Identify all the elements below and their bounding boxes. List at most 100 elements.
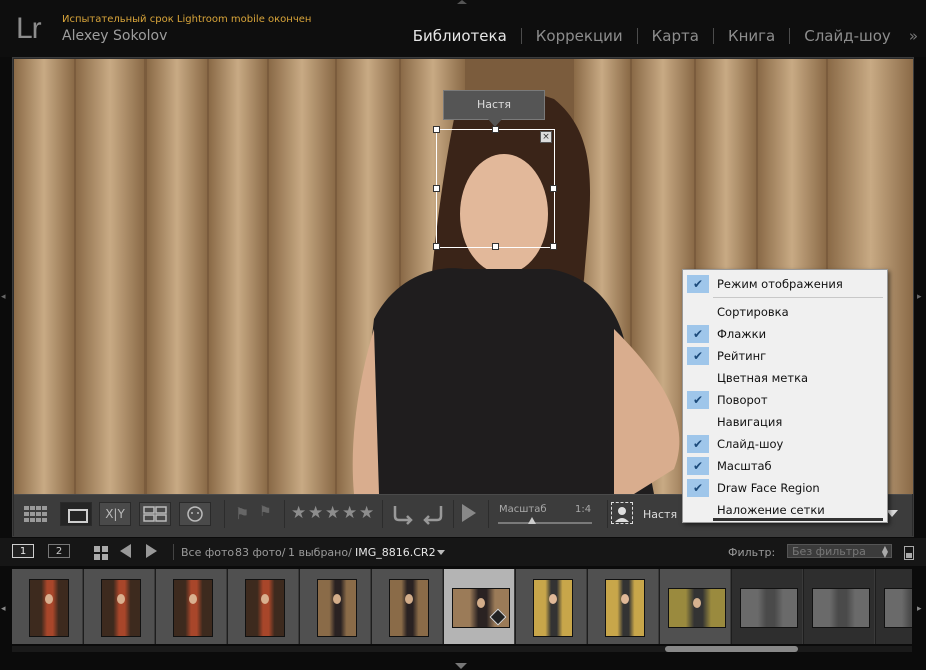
- thumbnail-image: [100, 578, 141, 637]
- menu-item-rotate[interactable]: ✔ Поворот: [683, 389, 887, 411]
- thumbnail-image: [667, 587, 726, 628]
- checkmark-icon: ✔: [687, 325, 709, 343]
- reject-flag-icon[interactable]: ⚑: [259, 504, 272, 520]
- people-view-icon[interactable]: [179, 502, 211, 526]
- face-region-handle[interactable]: [433, 243, 440, 250]
- menu-item-sorting[interactable]: Сортировка: [683, 301, 887, 323]
- face-region-handle[interactable]: [550, 185, 557, 192]
- thumbnail-subject: [260, 593, 269, 604]
- filmstrip-thumbnail[interactable]: [588, 569, 659, 644]
- module-develop[interactable]: Коррекции: [522, 27, 637, 45]
- thumbnail-subject: [620, 593, 629, 604]
- top-panel: Lr Испытательный срок Lightroom mobile о…: [0, 0, 926, 57]
- module-map[interactable]: Карта: [638, 27, 713, 45]
- menu-item-navigate[interactable]: Навигация: [683, 411, 887, 433]
- checkmark-icon: ✔: [687, 391, 709, 409]
- checkmark-icon: ✔: [687, 457, 709, 475]
- filmstrip-scroll-left-icon[interactable]: ◂: [1, 604, 6, 614]
- face-region-handle[interactable]: [433, 126, 440, 133]
- next-photo-icon[interactable]: [146, 544, 157, 558]
- menu-item-draw-face-region[interactable]: ✔ Draw Face Region: [683, 477, 887, 499]
- play-slideshow-icon[interactable]: [462, 504, 476, 522]
- checkmark-icon: ✔: [687, 479, 709, 497]
- rating-star-icon[interactable]: ★: [291, 503, 306, 523]
- filter-select[interactable]: Без фильтра ▲ ▼: [787, 544, 892, 559]
- draw-face-region-icon[interactable]: [611, 502, 633, 524]
- filmstrip-thumbnail[interactable]: [12, 569, 83, 644]
- module-library[interactable]: Библиотека: [399, 27, 521, 45]
- flag-icon[interactable]: ⚑: [235, 504, 249, 523]
- rating-star-icon[interactable]: ★: [359, 503, 374, 523]
- collapse-filmstrip-arrow[interactable]: [455, 663, 467, 669]
- face-region-handle[interactable]: [492, 126, 499, 133]
- face-tag-label[interactable]: Настя: [443, 90, 545, 127]
- filmstrip-scroll-right-icon[interactable]: ▸: [917, 604, 922, 614]
- more-modules-icon[interactable]: »: [905, 27, 926, 45]
- menu-item-label: Цветная метка: [717, 371, 809, 385]
- filmstrip-thumbnail[interactable]: [516, 569, 587, 644]
- compare-view-button[interactable]: X|Y: [99, 502, 131, 526]
- thumbnail-image: [172, 578, 213, 637]
- filmstrip-thumbnail[interactable]: [804, 569, 875, 644]
- filmstrip-thumbnail[interactable]: [84, 569, 155, 644]
- rotate-right-icon[interactable]: [421, 502, 445, 530]
- module-slideshow[interactable]: Слайд-шоу: [790, 27, 905, 45]
- thumbnail-subject: [116, 593, 125, 604]
- toolbar-divider: [224, 500, 225, 528]
- primary-display-button[interactable]: 1: [12, 544, 34, 558]
- menu-divider: [713, 297, 883, 298]
- filmstrip-thumbnail[interactable]: [156, 569, 227, 644]
- right-panel-toggle-icon[interactable]: ▸: [917, 292, 922, 302]
- scale-slider-track[interactable]: [498, 522, 592, 524]
- person-name-label: Настя: [643, 508, 678, 521]
- remove-face-icon[interactable]: ×: [540, 131, 552, 143]
- filmstrip-thumbnail[interactable]: [444, 569, 515, 644]
- filmstrip-thumbnail[interactable]: [732, 569, 803, 644]
- survey-view-icon[interactable]: [139, 502, 171, 526]
- thumbnail-image: [244, 578, 285, 637]
- updown-arrows-icon: ▲ ▼: [881, 544, 888, 559]
- scale-slider-knob[interactable]: [528, 517, 536, 524]
- grid-view-icon[interactable]: [94, 545, 108, 564]
- thumbnail-image: [316, 578, 357, 637]
- face-region-handle[interactable]: [550, 243, 557, 250]
- chevron-down-icon[interactable]: [437, 550, 445, 555]
- loupe-view-icon[interactable]: [60, 502, 92, 526]
- menu-item-label: Навигация: [717, 415, 783, 429]
- thumbnail-image: [28, 578, 69, 637]
- secondary-display-button[interactable]: 2: [48, 544, 70, 558]
- filmstrip-thumbnail[interactable]: [660, 569, 731, 644]
- filmstrip-thumbnail[interactable]: [876, 569, 912, 644]
- left-panel-toggle-icon[interactable]: ◂: [1, 292, 6, 302]
- menu-item-color-label[interactable]: Цветная метка: [683, 367, 887, 389]
- source-label[interactable]: Все фото: [181, 546, 234, 559]
- rating-star-icon[interactable]: ★: [342, 503, 357, 523]
- filmstrip-scrollbar-thumb[interactable]: [665, 646, 798, 652]
- header-divider: [173, 544, 174, 560]
- module-book[interactable]: Книга: [714, 27, 789, 45]
- menu-item-zoom[interactable]: ✔ Масштаб: [683, 455, 887, 477]
- thumbnail-image: [883, 587, 912, 628]
- filmstrip-thumbnail[interactable]: [228, 569, 299, 644]
- collapse-top-panel-arrow[interactable]: [457, 0, 467, 4]
- current-filename[interactable]: IMG_8816.CR2: [355, 546, 436, 559]
- filmstrip-thumbnail[interactable]: [372, 569, 443, 644]
- filmstrip-thumbnail[interactable]: [300, 569, 371, 644]
- rating-star-icon[interactable]: ★: [308, 503, 323, 523]
- menu-item-view-mode[interactable]: ✔ Режим отображения: [683, 273, 887, 295]
- rating-star-icon[interactable]: ★: [325, 503, 340, 523]
- face-region-handle[interactable]: [433, 185, 440, 192]
- selected-count: 1 выбрано/: [288, 546, 352, 559]
- face-region[interactable]: [433, 126, 557, 250]
- menu-item-slideshow[interactable]: ✔ Слайд-шоу: [683, 433, 887, 455]
- face-region-handle[interactable]: [492, 243, 499, 250]
- menu-item-flags[interactable]: ✔ Флажки: [683, 323, 887, 345]
- module-picker: Библиотека Коррекции Карта Книга Слайд-ш…: [399, 24, 926, 48]
- previous-photo-icon[interactable]: [120, 544, 131, 558]
- menu-item-rating[interactable]: ✔ Рейтинг: [683, 345, 887, 367]
- grid-view-icon[interactable]: [20, 502, 52, 526]
- toolbar-divider: [453, 500, 454, 528]
- filmstrip-lock-icon[interactable]: [904, 546, 914, 560]
- rotate-left-icon[interactable]: [391, 502, 415, 530]
- thumbnail-subject: [188, 593, 197, 604]
